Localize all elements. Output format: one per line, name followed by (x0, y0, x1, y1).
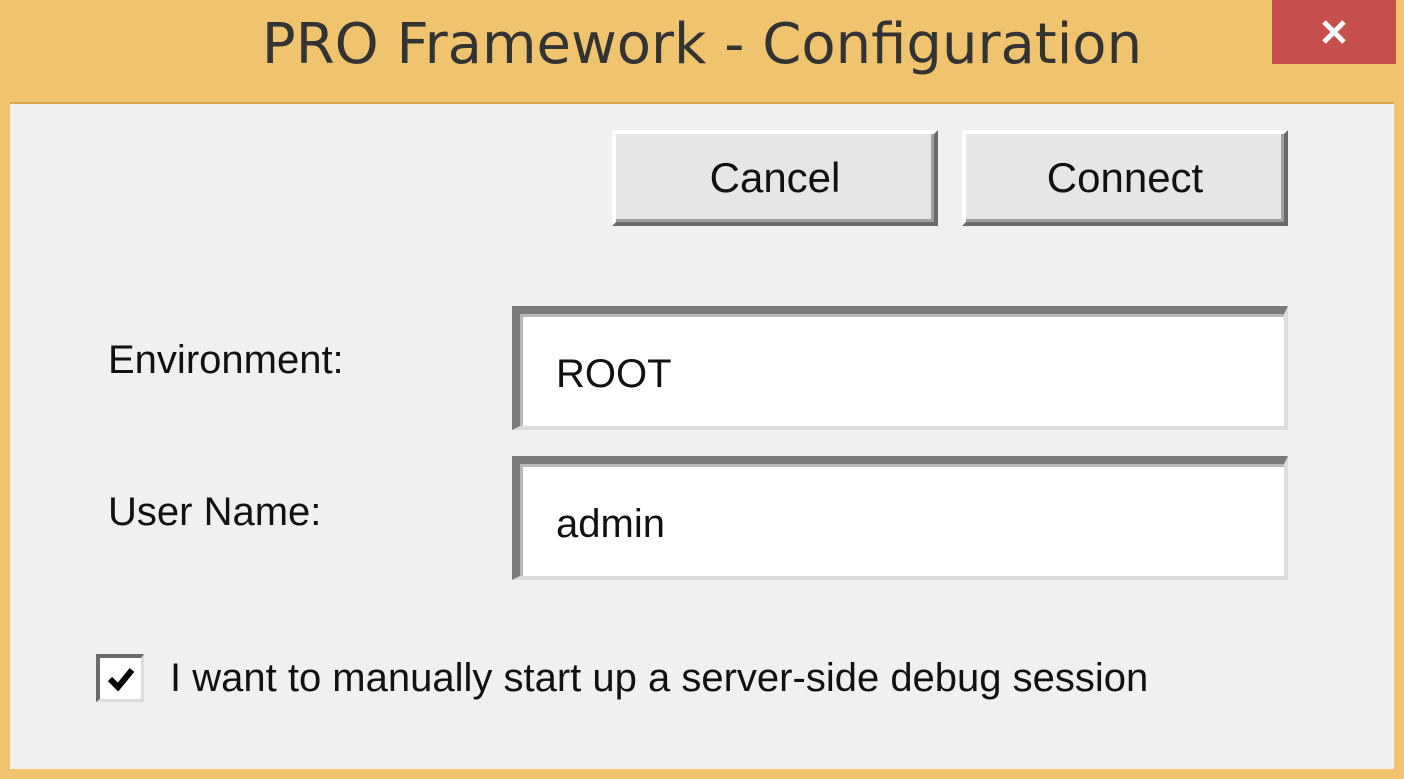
title-bar[interactable]: PRO Framework - Configuration (0, 0, 1404, 94)
user-name-value: admin (556, 501, 665, 546)
checkmark-icon (107, 667, 134, 691)
dialog-body: Cancel Connect Environment: ROOT User Na… (10, 102, 1394, 769)
config-dialog: PRO Framework - Configuration Cancel Con… (0, 0, 1404, 779)
environment-label: Environment: (108, 338, 344, 382)
close-icon (1322, 20, 1346, 44)
debug-session-label[interactable]: I want to manually start up a server-sid… (170, 656, 1148, 701)
cancel-button[interactable]: Cancel (612, 130, 938, 226)
debug-session-option[interactable]: I want to manually start up a server-sid… (96, 650, 1148, 706)
close-button[interactable] (1272, 0, 1396, 64)
user-name-field[interactable]: admin (512, 456, 1288, 580)
user-name-label: User Name: (108, 490, 322, 534)
environment-value: ROOT (556, 351, 672, 396)
connect-button[interactable]: Connect (962, 130, 1288, 226)
environment-field[interactable]: ROOT (512, 306, 1288, 430)
debug-session-checkbox[interactable] (96, 654, 144, 702)
window-title: PRO Framework - Configuration (261, 12, 1143, 77)
